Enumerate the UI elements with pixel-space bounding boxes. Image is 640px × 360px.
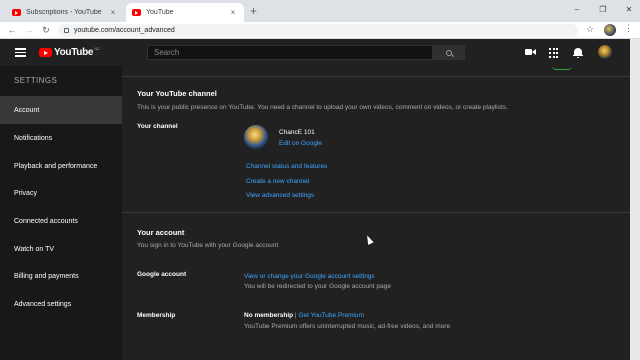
sidebar-item-playback[interactable]: Playback and performance: [0, 152, 122, 180]
your-channel-label: Your channel: [137, 123, 178, 130]
create-channel-link[interactable]: Create a new channel: [246, 178, 309, 185]
sidebar-item-account[interactable]: Account: [0, 96, 122, 124]
sidebar-item-privacy[interactable]: Privacy: [0, 179, 122, 207]
notifications-bell-icon[interactable]: [572, 47, 583, 58]
premium-note: YouTube Premium offers uninterrupted mus…: [244, 323, 451, 330]
reload-button[interactable]: ↻: [40, 24, 52, 36]
google-redirect-note: You will be redirected to your Google ac…: [244, 283, 391, 290]
sidebar-title: SETTINGS: [14, 76, 58, 85]
search-icon: [446, 49, 452, 56]
url-text: youtube.com/account_advanced: [74, 27, 175, 34]
channel-status-link[interactable]: Channel status and features: [246, 163, 327, 170]
apps-grid-icon[interactable]: [549, 47, 560, 58]
settings-main: Your YouTube channel This is your public…: [122, 66, 630, 360]
youtube-favicon-icon: [12, 9, 21, 16]
channel-avatar: [244, 125, 268, 149]
search-button[interactable]: [433, 45, 465, 60]
youtube-masthead: YouTube NZ Search: [0, 39, 630, 66]
settings-sidebar: SETTINGS Account Notifications Playback …: [0, 66, 122, 360]
minimize-button[interactable]: –: [568, 3, 586, 17]
search-input[interactable]: Search: [147, 45, 433, 60]
sidebar-item-advanced[interactable]: Advanced settings: [0, 290, 122, 318]
forward-button[interactable]: →: [23, 24, 35, 36]
tab-title: Subscriptions - YouTube: [26, 9, 102, 16]
google-account-settings-link[interactable]: View or change your Google account setti…: [244, 273, 375, 280]
tab-close-icon[interactable]: ×: [228, 8, 238, 17]
youtube-play-icon: [39, 48, 52, 57]
membership-status-line: No membership | Get YouTube Premium: [244, 312, 364, 319]
membership-label: Membership: [137, 312, 176, 319]
logo-country-code: NZ: [94, 46, 100, 51]
sidebar-item-notifications[interactable]: Notifications: [0, 124, 122, 152]
channel-section-title: Your YouTube channel: [137, 89, 217, 98]
tab-title: YouTube: [146, 9, 174, 16]
create-video-icon[interactable]: [525, 47, 536, 58]
account-section-description: You sign in to YouTube with your Google …: [137, 242, 279, 249]
url-field[interactable]: youtube.com/account_advanced: [58, 24, 578, 37]
tab-subscriptions[interactable]: Subscriptions - YouTube ×: [6, 3, 124, 22]
tab-close-icon[interactable]: ×: [108, 8, 118, 17]
sidebar-item-billing[interactable]: Billing and payments: [0, 262, 122, 290]
new-tab-button[interactable]: +: [250, 4, 257, 18]
membership-status: No membership: [244, 312, 294, 319]
edit-on-google-link[interactable]: Edit on Google: [279, 140, 322, 147]
browser-profile-avatar[interactable]: [604, 24, 616, 36]
view-advanced-settings-link[interactable]: View advanced settings: [246, 192, 314, 199]
youtube-logo[interactable]: YouTube NZ: [39, 46, 100, 58]
window-edge: [630, 39, 640, 360]
sidebar-item-connected-accounts[interactable]: Connected accounts: [0, 207, 122, 235]
sidebar-item-watch-on-tv[interactable]: Watch on TV: [0, 235, 122, 263]
tab-youtube[interactable]: YouTube ×: [126, 3, 244, 22]
back-button[interactable]: ←: [6, 24, 18, 36]
youtube-favicon-icon: [132, 9, 141, 16]
lock-icon: [64, 28, 69, 33]
browser-menu-icon[interactable]: ⋮: [624, 23, 633, 34]
get-premium-link[interactable]: Get YouTube Premium: [298, 312, 364, 319]
bookmark-star-icon[interactable]: ☆: [586, 24, 594, 35]
divider: [122, 212, 630, 213]
channel-section-description: This is your public presence on YouTube.…: [137, 104, 508, 111]
account-avatar[interactable]: [598, 45, 612, 59]
address-bar-row: ← → ↻ youtube.com/account_advanced ☆ ⋮: [0, 22, 640, 39]
divider: [122, 76, 630, 77]
browser-tabstrip: Subscriptions - YouTube × YouTube × + – …: [0, 0, 640, 22]
account-section-title: Your account: [137, 228, 185, 237]
logo-wordmark: YouTube: [54, 47, 94, 58]
maximize-button[interactable]: ❐: [594, 3, 612, 17]
google-account-label: Google account: [137, 271, 187, 278]
hamburger-menu-icon[interactable]: [15, 48, 26, 57]
channel-name: ChancE 101: [279, 129, 315, 136]
scroll-indicator: [552, 66, 572, 70]
close-window-button[interactable]: ✕: [620, 3, 638, 17]
